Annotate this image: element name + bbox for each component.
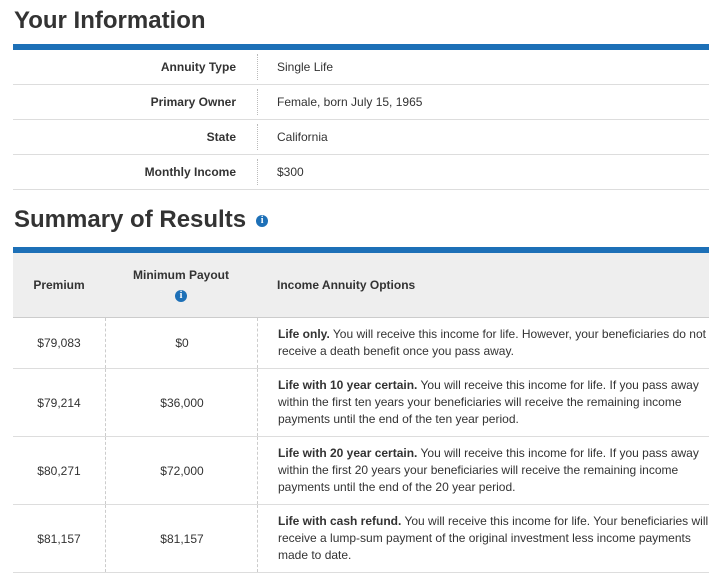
cell-premium: $81,157: [37, 531, 81, 546]
info-value: Single Life: [277, 60, 334, 74]
option-description: Life with cash refund. You will receive …: [278, 513, 714, 564]
column-divider: [257, 89, 258, 115]
cell-option: Life with 20 year certain. You will rece…: [257, 437, 714, 504]
cell-option: Life only. You will receive this income …: [257, 318, 714, 368]
cell-premium: $79,083: [37, 336, 81, 350]
info-label: Monthly Income: [144, 165, 236, 179]
summary-of-results-label: Summary of Results: [14, 206, 247, 233]
info-row-primary-owner: Primary Owner Female, born July 15, 1965: [13, 85, 709, 120]
option-description: Life with 20 year certain. You will rece…: [278, 445, 714, 496]
cell-minimum-payout: $0: [105, 318, 258, 368]
info-label: Primary Owner: [150, 95, 236, 109]
header-minimum-payout-label: Minimum Payout: [132, 268, 229, 282]
option-title: Life with cash refund.: [278, 514, 402, 528]
header-income-annuity-options: Income Annuity Options: [277, 253, 415, 317]
column-divider: [257, 124, 258, 150]
cell-premium: $79,214: [37, 395, 81, 410]
info-label: Annuity Type: [160, 60, 236, 74]
cell-minimum-payout: $81,157: [105, 505, 258, 572]
your-information-title: Your Information: [14, 7, 206, 34]
column-divider: [257, 159, 258, 185]
option-text: You will receive this income for life. H…: [278, 327, 706, 358]
column-divider: [257, 54, 258, 80]
info-value: Female, born July 15, 1965: [277, 95, 423, 109]
cell-minimum-payout: $36,000: [105, 369, 258, 436]
header-premium-label: Premium: [33, 278, 85, 292]
header-minimum-payout: Minimum Payout i: [105, 253, 257, 317]
cell-minimum-payout: $72,000: [105, 437, 258, 504]
header-premium: Premium: [13, 253, 105, 317]
table-row: $80,271 $72,000 Life with 20 year certai…: [13, 437, 709, 505]
table-row: $79,214 $36,000 Life with 10 year certai…: [13, 369, 709, 437]
info-value: $300: [277, 165, 304, 179]
option-title: Life with 20 year certain.: [278, 446, 418, 460]
results-table-header: Premium Minimum Payout i Income Annuity …: [13, 253, 709, 318]
info-value: California: [277, 130, 328, 144]
info-icon[interactable]: i: [175, 290, 187, 302]
page: Your Information Annuity Type Single Lif…: [0, 0, 722, 577]
option-description: Life only. You will receive this income …: [278, 326, 714, 360]
cell-option: Life with 10 year certain. You will rece…: [257, 369, 714, 436]
option-title: Life with 10 year certain.: [278, 378, 418, 392]
info-row-monthly-income: Monthly Income $300: [13, 155, 709, 190]
option-title: Life only.: [278, 327, 330, 341]
header-options-label: Income Annuity Options: [277, 278, 416, 292]
option-description: Life with 10 year certain. You will rece…: [278, 377, 714, 428]
results-table: Premium Minimum Payout i Income Annuity …: [13, 253, 709, 573]
cell-option: Life with cash refund. You will receive …: [257, 505, 714, 572]
table-row: $79,083 $0 Life only. You will receive t…: [13, 318, 709, 369]
cell-premium: $80,271: [37, 463, 81, 478]
info-row-state: State California: [13, 120, 709, 155]
table-row: $81,157 $81,157 Life with cash refund. Y…: [13, 505, 709, 573]
info-icon[interactable]: i: [256, 215, 269, 227]
info-row-annuity-type: Annuity Type Single Life: [13, 50, 709, 85]
your-information-table: Annuity Type Single Life Primary Owner F…: [13, 50, 709, 190]
info-label: State: [206, 130, 236, 144]
summary-of-results-title: Summary of Results i: [14, 206, 269, 234]
